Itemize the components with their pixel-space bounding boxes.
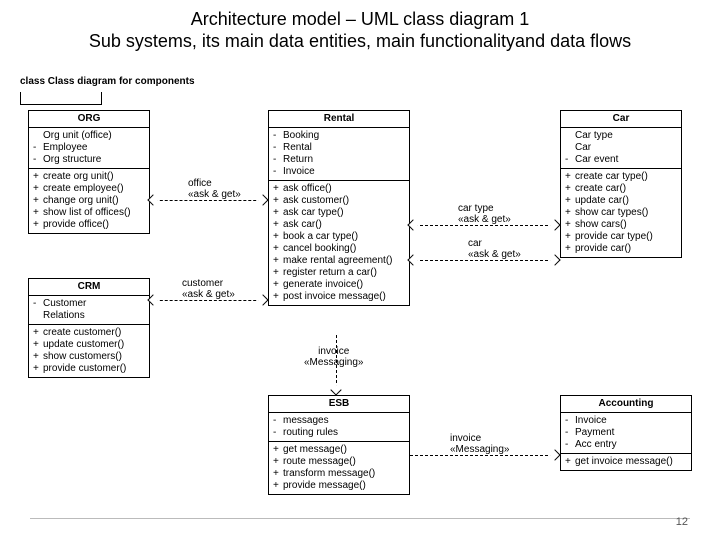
- class-box-org: ORG Org unit (office)-Employee-Org struc…: [28, 110, 150, 234]
- class-name: ESB: [269, 396, 409, 413]
- class-attributes: -messages-routing rules: [269, 413, 409, 442]
- class-name: ORG: [29, 111, 149, 128]
- assoc-label-car: car «ask & get»: [468, 238, 521, 260]
- diagram-frame-label: class Class diagram for components: [20, 76, 195, 87]
- assoc-label-office: office «ask & get»: [188, 178, 241, 200]
- dependency-crm-rental: [150, 300, 266, 301]
- footer-rule: [30, 518, 690, 519]
- class-operations: +ask office()+ask customer()+ask car typ…: [269, 181, 409, 305]
- assoc-label-cartype: car type «ask & get»: [458, 203, 511, 225]
- diagram-canvas: Architecture model – UML class diagram 1…: [0, 0, 720, 540]
- class-operations: +get message()+route message()+transform…: [269, 442, 409, 494]
- class-name: Rental: [269, 111, 409, 128]
- class-operations: +create customer()+update customer()+sho…: [29, 325, 149, 377]
- class-box-rental: Rental -Booking-Rental-Return-Invoice +a…: [268, 110, 410, 306]
- class-attributes: -Invoice-Payment-Acc entry: [561, 413, 691, 454]
- dependency-rental-car-type: [410, 225, 558, 226]
- class-box-accounting: Accounting -Invoice-Payment-Acc entry +g…: [560, 395, 692, 471]
- class-operations: +get invoice message(): [561, 454, 691, 470]
- class-box-car: Car Car typeCar-Car event +create car ty…: [560, 110, 682, 258]
- class-operations: +create car type()+create car()+update c…: [561, 169, 681, 257]
- title-line-2: Sub systems, its main data entities, mai…: [89, 31, 631, 51]
- title-line-1: Architecture model – UML class diagram 1: [191, 9, 529, 29]
- class-attributes: -CustomerRelations: [29, 296, 149, 325]
- dependency-org-rental: [150, 200, 266, 201]
- assoc-label-invoice-down: invoice «Messaging»: [304, 346, 363, 368]
- class-box-crm: CRM -CustomerRelations +create customer(…: [28, 278, 150, 378]
- class-operations: +create org unit()+create employee()+cha…: [29, 169, 149, 233]
- class-attributes: Org unit (office)-Employee-Org structure: [29, 128, 149, 169]
- class-name: CRM: [29, 279, 149, 296]
- assoc-label-customer: customer «ask & get»: [182, 278, 235, 300]
- page-number: 12: [676, 516, 688, 528]
- class-box-esb: ESB -messages-routing rules +get message…: [268, 395, 410, 495]
- class-name: Car: [561, 111, 681, 128]
- assoc-label-invoice-right: invoice «Messaging»: [450, 433, 509, 455]
- page-title: Architecture model – UML class diagram 1…: [0, 0, 720, 56]
- dependency-esb-accounting: [410, 455, 558, 456]
- class-name: Accounting: [561, 396, 691, 413]
- dependency-rental-car: [410, 260, 558, 261]
- class-attributes: Car typeCar-Car event: [561, 128, 681, 169]
- class-attributes: -Booking-Rental-Return-Invoice: [269, 128, 409, 181]
